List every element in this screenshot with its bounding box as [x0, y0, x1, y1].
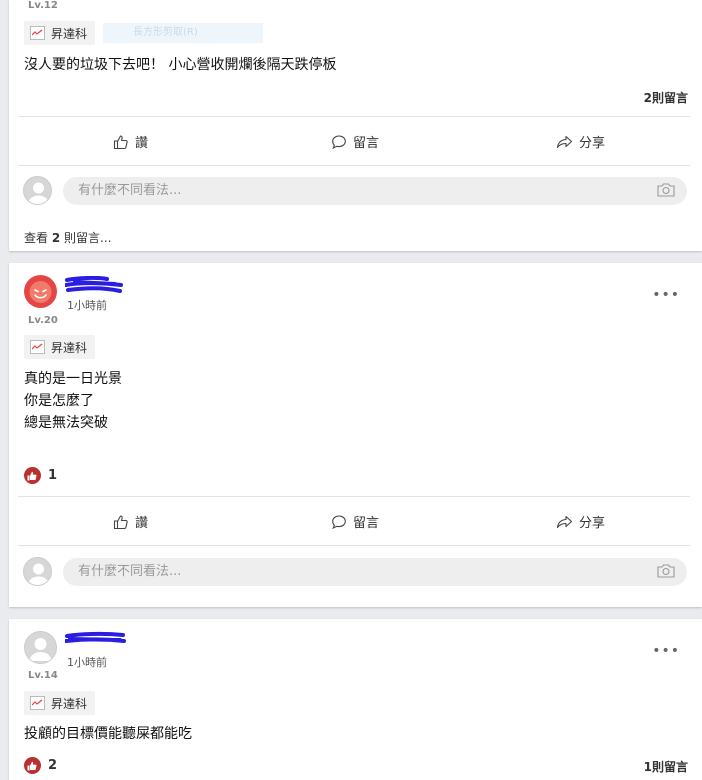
comment-composer: 有什麼不同看法...	[23, 175, 687, 207]
avatar[interactable]	[24, 631, 57, 664]
post-text: 投顧的目標價能聽屎都能吃	[24, 726, 192, 742]
share-arrow-icon	[556, 515, 573, 528]
redacted-username	[65, 631, 126, 643]
post-text: 真的是一日光景 你是怎麼了 總是無法突破	[24, 368, 122, 434]
share-label: 分享	[579, 516, 606, 531]
post-time: 1小時前	[67, 299, 107, 312]
stock-chart-icon	[30, 340, 45, 354]
like-count-value: 2	[48, 758, 58, 773]
thumbs-up-icon	[113, 134, 128, 149]
stock-tag[interactable]: 昇達科	[24, 691, 96, 715]
post-card-3: 1小時前 ••• Lv.14 昇達科 投顧的目標價能聽屎都能吃 2 1則留言	[9, 619, 702, 780]
divider	[18, 496, 690, 497]
avatar	[23, 176, 52, 205]
view-comments-number: 2	[51, 231, 61, 245]
like-badge-icon	[24, 757, 41, 774]
stock-tag-label: 昇達科	[51, 696, 88, 711]
like-badge-icon	[24, 467, 41, 484]
post-text-line: 總是無法突破	[24, 415, 108, 431]
stock-chart-icon	[30, 696, 45, 710]
like-button[interactable]: 讚	[113, 512, 148, 531]
speech-bubble-icon	[332, 134, 346, 149]
user-level: Lv.12	[28, 0, 58, 11]
view-comments-prefix: 查看	[24, 231, 52, 245]
divider	[18, 165, 690, 166]
like-button[interactable]: 讚	[113, 132, 148, 151]
redacted-username	[65, 276, 123, 293]
like-count-value: 1	[48, 468, 58, 483]
speech-bubble-icon	[332, 514, 346, 529]
post-card-1: Lv.12 昇達科 長方形剪取(R) 沒人要的垃圾下去吧！ 小心營收開爛後隔天跌…	[9, 0, 702, 251]
comment-input[interactable]: 有什麼不同看法...	[63, 558, 687, 586]
post-text: 沒人要的垃圾下去吧！ 小心營收開爛後隔天跌停板	[24, 57, 337, 73]
stock-tag-label: 昇達科	[51, 26, 88, 41]
avatar	[23, 557, 52, 586]
share-button[interactable]: 分享	[556, 512, 605, 531]
user-level: Lv.14	[28, 670, 58, 681]
like-count[interactable]: 2	[24, 757, 57, 774]
post-text-line: 你是怎麼了	[24, 393, 94, 409]
user-level: Lv.20	[28, 315, 58, 326]
share-button[interactable]: 分享	[556, 132, 605, 151]
comment-count[interactable]: 1則留言	[644, 758, 688, 775]
stock-tag[interactable]: 昇達科	[24, 21, 96, 45]
stock-tag[interactable]: 昇達科	[24, 335, 96, 359]
comment-count[interactable]: 2則留言	[644, 89, 688, 106]
comment-input[interactable]: 有什麼不同看法...	[63, 177, 687, 205]
post-text-line: 真的是一日光景	[24, 371, 122, 387]
divider	[18, 116, 690, 117]
comment-button[interactable]: 留言	[331, 512, 379, 531]
like-count[interactable]: 1	[24, 467, 57, 484]
stock-tag-label: 昇達科	[51, 340, 88, 355]
faded-overlay-text: 長方形剪取(R)	[103, 23, 263, 43]
view-comments-suffix: 則留言...	[60, 231, 112, 245]
post-card-2: 1小時前 ••• Lv.20 昇達科 真的是一日光景 你是怎麼了 總是無法突破 …	[9, 263, 702, 607]
like-label: 讚	[135, 516, 149, 531]
camera-icon[interactable]	[657, 182, 675, 201]
avatar[interactable]	[24, 275, 57, 308]
like-label: 讚	[135, 136, 149, 151]
stock-chart-icon	[30, 26, 45, 40]
comment-label: 留言	[353, 136, 380, 151]
thumbs-up-icon	[113, 514, 128, 529]
more-icon[interactable]: •••	[652, 643, 680, 659]
more-icon[interactable]: •••	[652, 287, 680, 303]
view-comments-link[interactable]: 查看 2 則留言...	[24, 229, 111, 246]
share-label: 分享	[579, 136, 606, 151]
camera-icon[interactable]	[657, 563, 675, 582]
divider	[18, 545, 690, 546]
comment-label: 留言	[353, 516, 380, 531]
comment-composer: 有什麼不同看法...	[23, 556, 687, 588]
share-arrow-icon	[556, 135, 573, 148]
post-time: 1小時前	[67, 656, 107, 669]
comment-button[interactable]: 留言	[331, 132, 379, 151]
